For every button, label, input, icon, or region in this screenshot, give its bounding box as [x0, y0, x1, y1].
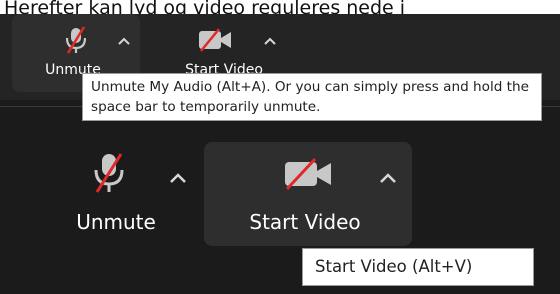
- start-video-button[interactable]: Start Video: [204, 142, 412, 246]
- video-off-icon: [198, 28, 234, 56]
- caret-up-icon[interactable]: [380, 168, 396, 187]
- unmute-tooltip: Unmute My Audio (Alt+A). Or you can simp…: [82, 73, 542, 121]
- unmute-label: Unmute: [76, 210, 156, 234]
- video-off-icon: [284, 157, 334, 194]
- caret-up-icon[interactable]: [118, 30, 130, 49]
- unmute-button[interactable]: Unmute: [40, 142, 200, 246]
- start-video-tooltip: Start Video (Alt+V): [302, 248, 534, 286]
- microphone-muted-icon: [92, 152, 126, 198]
- microphone-muted-icon: [64, 26, 88, 58]
- start-video-label: Start Video: [249, 210, 361, 234]
- caret-up-icon[interactable]: [170, 168, 186, 187]
- caret-up-icon[interactable]: [264, 30, 276, 49]
